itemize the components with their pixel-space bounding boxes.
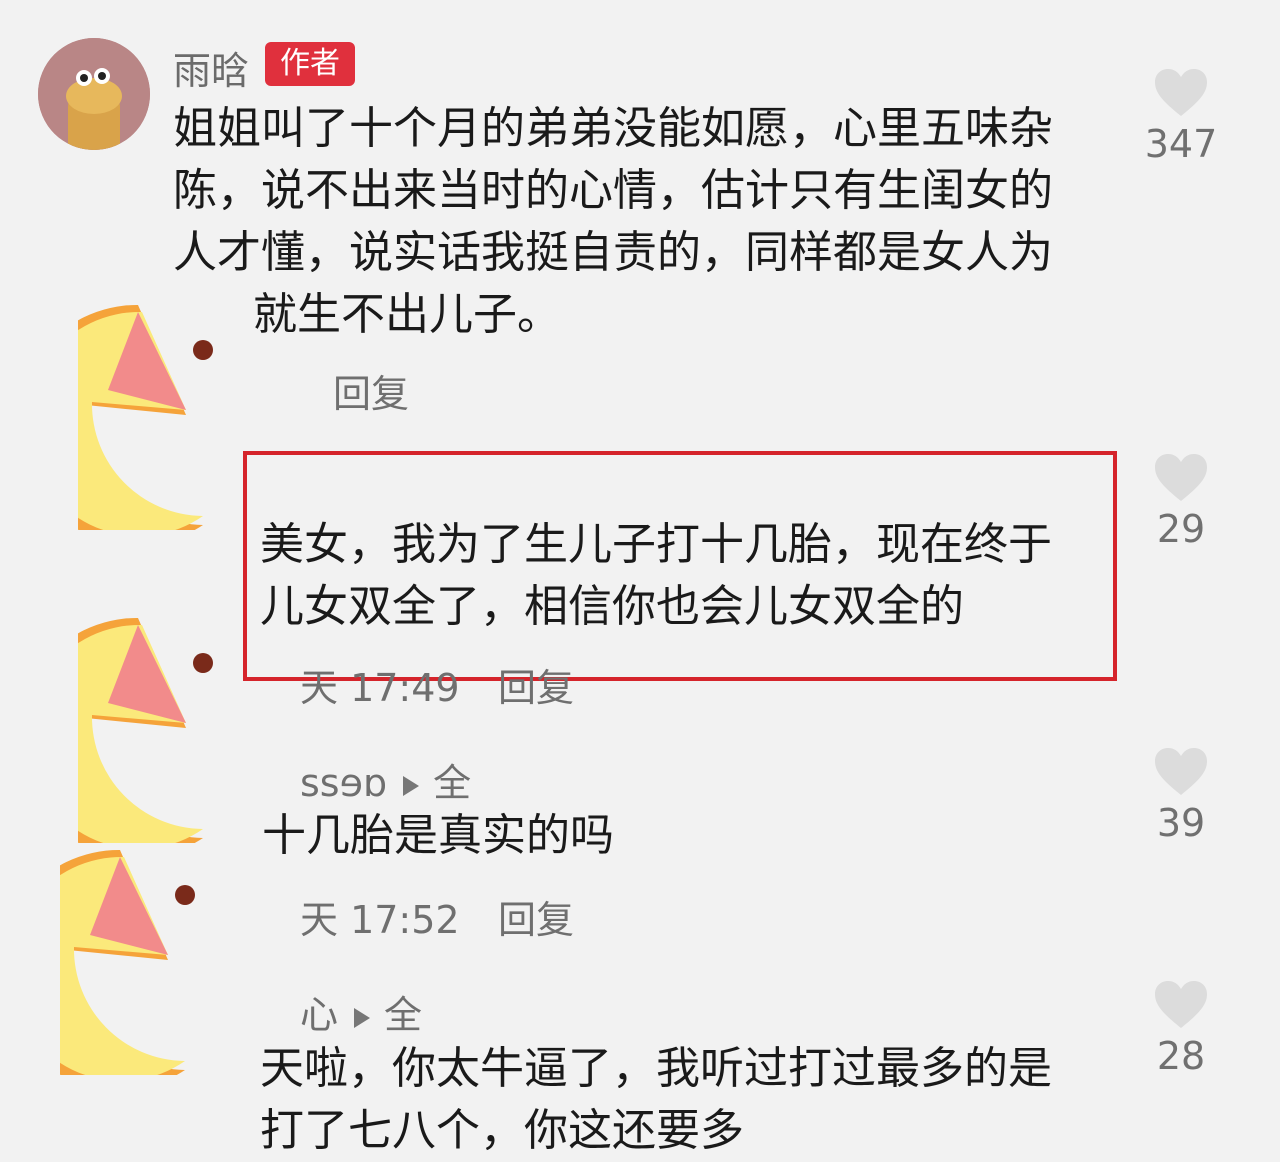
heart-icon — [1155, 454, 1207, 501]
comment-line: 姐姐叫了十个月的弟弟没能如愿，心里五味杂 — [173, 103, 1053, 154]
like-button[interactable]: 29 — [1136, 453, 1226, 551]
privacy-mask-sticker — [60, 849, 195, 1075]
avatar[interactable] — [38, 38, 150, 150]
heart-icon — [1155, 981, 1207, 1028]
comment-line: 人才懂，说实话我挺自责的，同样都是女人为 — [173, 227, 1053, 278]
like-button[interactable]: 347 — [1136, 68, 1226, 166]
heart-icon — [1155, 69, 1207, 116]
privacy-mask-sticker — [78, 617, 213, 843]
comment-line: 打了七八个，你这还要多 — [260, 1105, 744, 1156]
comment-line: 美女，我为了生儿子打十几胎，现在终于 — [260, 519, 1052, 570]
like-count: 28 — [1156, 1034, 1206, 1078]
like-button[interactable]: 28 — [1136, 980, 1226, 1078]
reply-button[interactable]: 回复 — [333, 363, 409, 418]
reply-to-user[interactable]: 全 — [384, 993, 422, 1037]
comment-time: 天 17:52 — [300, 898, 460, 942]
comment-author[interactable]: 雨晗 — [173, 40, 249, 95]
reply-to-user[interactable]: 全 — [433, 761, 471, 805]
like-button[interactable]: 39 — [1136, 747, 1226, 845]
like-count: 347 — [1144, 122, 1218, 166]
author-badge: 作者 — [265, 42, 355, 86]
reply-button[interactable]: 回复 — [498, 889, 574, 944]
comment-text: 美女，我为了生儿子打十几胎，现在终于 儿女双全了，相信你也会儿女双全的 — [260, 514, 1052, 638]
play-icon — [354, 1007, 371, 1028]
comment-line: 陈，说不出来当时的心情，估计只有生闺女的 — [173, 165, 1053, 216]
play-icon — [403, 775, 420, 796]
like-count: 29 — [1156, 507, 1206, 551]
like-count: 39 — [1156, 801, 1206, 845]
reply-header: 心全 — [300, 984, 422, 1039]
comment-text: 天啦，你太牛逼了，我听过打过最多的是 打了七八个，你这还要多 — [260, 1038, 1052, 1162]
comment-line: 儿女双全了，相信你也会儿女双全的 — [260, 581, 964, 632]
privacy-mask-sticker — [78, 304, 213, 530]
reply-button[interactable]: 回复 — [498, 657, 574, 712]
comment-line: 天啦，你太牛逼了，我听过打过最多的是 — [260, 1043, 1052, 1094]
heart-icon — [1155, 748, 1207, 795]
avatar-image — [38, 38, 150, 150]
